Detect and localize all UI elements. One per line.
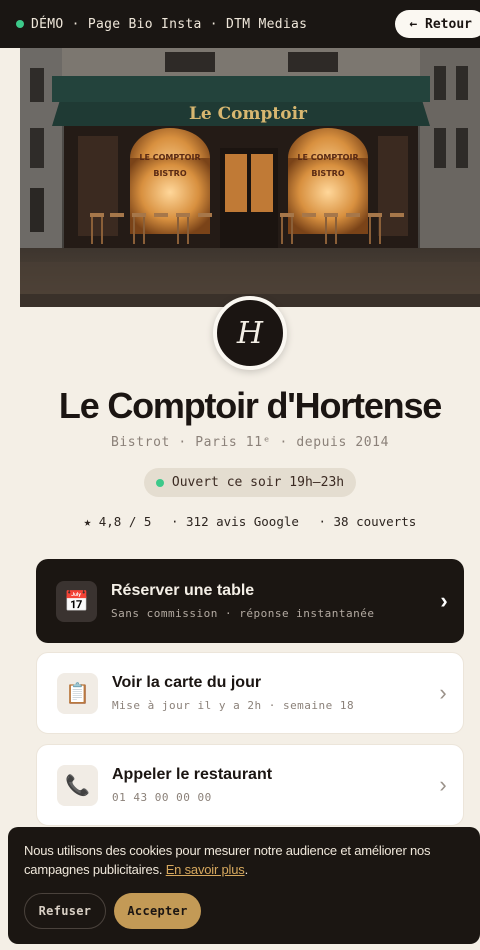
- open-dot-icon: [155, 478, 164, 487]
- reserve-table-button[interactable]: 📅 Réserver une table Sans commission · r…: [36, 559, 464, 643]
- topbar-title: DÉMO · Page Bio Insta · DTM Medias: [31, 16, 308, 32]
- demo-topbar: DÉMO · Page Bio Insta · DTM Medias ← Ret…: [0, 0, 480, 48]
- chevron-right-icon: ›: [439, 772, 447, 797]
- svg-text:LE COMPTOIR: LE COMPTOIR: [139, 153, 200, 162]
- hero-image: Le Comptoir LE COMPTOIR BISTRO LE COMPTO…: [20, 48, 480, 307]
- covers-stat: · 38 couverts: [318, 514, 417, 529]
- menu-subtitle: Mise à jour il y a 2h · semaine 18: [112, 699, 355, 712]
- menu-title: Voir la carte du jour: [112, 674, 262, 691]
- reserve-subtitle: Sans commission · réponse instantanée: [111, 607, 375, 620]
- call-title: Appeler le restaurant: [112, 766, 273, 783]
- hero-sign-text: Le Comptoir: [189, 104, 308, 124]
- menu-of-the-day-button[interactable]: 📋 Voir la carte du jour Mise à jour il y…: [36, 652, 464, 734]
- restaurant-subtitle: Bistrot · Paris 11ᵉ · depuis 2014: [110, 435, 390, 450]
- call-phone-number: 01 43 00 00 00: [112, 791, 212, 804]
- opening-status-text: Ouvert ce soir 19h–23h: [171, 475, 345, 490]
- svg-text:BISTRO: BISTRO: [153, 169, 186, 178]
- rating-stat: ★ 4,8 / 5: [83, 514, 152, 529]
- reviews-stat: · 312 avis Google: [170, 514, 299, 529]
- reserve-title: Réserver une table: [111, 582, 255, 599]
- cookie-accept-button[interactable]: Accepter: [114, 893, 201, 929]
- opening-status-badge: Ouvert ce soir 19h–23h: [144, 468, 356, 497]
- back-button[interactable]: ← Retour: [395, 10, 480, 38]
- phone-icon: 📞: [57, 764, 98, 806]
- restaurant-name: Le Comptoir d'Hortense: [58, 385, 442, 426]
- status-dot-icon: [16, 20, 24, 28]
- cookie-banner: Nous utilisons des cookies pour mesurer …: [8, 827, 480, 944]
- avatar: H: [213, 296, 287, 370]
- clipboard-icon: 📋: [57, 672, 98, 714]
- calendar-icon: 📅: [56, 580, 97, 622]
- call-restaurant-button[interactable]: 📞 Appeler le restaurant 01 43 00 00 00 ›: [36, 744, 464, 826]
- cookie-learn-more-link[interactable]: En savoir plus: [166, 862, 245, 877]
- chevron-right-icon: ›: [439, 680, 447, 705]
- stats-row: ★ 4,8 / 5 · 312 avis Google · 38 couvert…: [0, 514, 480, 529]
- bistro-storefront-image: Le Comptoir LE COMPTOIR BISTRO LE COMPTO…: [20, 48, 480, 307]
- cookie-text: Nous utilisons des cookies pour mesurer …: [24, 843, 431, 877]
- chevron-right-icon: ›: [440, 588, 448, 613]
- svg-text:LE COMPTOIR: LE COMPTOIR: [297, 153, 358, 162]
- svg-text:BISTRO: BISTRO: [311, 169, 344, 178]
- cookie-refuse-button[interactable]: Refuser: [24, 893, 106, 929]
